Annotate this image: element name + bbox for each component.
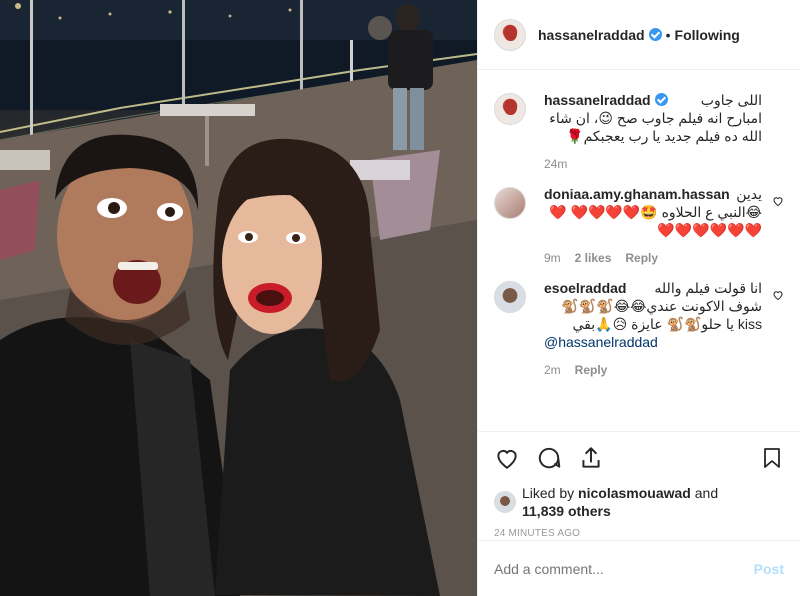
post-timestamp[interactable]: 24 MINUTES AGO (494, 528, 784, 539)
author-avatar[interactable] (494, 18, 526, 51)
photo-illustration (0, 0, 477, 596)
comment-time[interactable]: 9m (544, 251, 561, 265)
reply-button[interactable]: Reply (575, 363, 608, 377)
separator-dot: • (665, 26, 671, 43)
bookmark-icon[interactable] (760, 445, 784, 471)
share-icon[interactable] (578, 445, 604, 471)
comment-likes[interactable]: 2 likes (575, 251, 612, 265)
post-side-panel: hassanelraddad • Following hassanelradda… (477, 0, 800, 596)
following-button[interactable]: Following (675, 27, 740, 43)
commenter-avatar[interactable] (494, 187, 526, 219)
likes-summary: Liked by nicolasmouawad and 11,839 other… (494, 484, 784, 520)
likes-conjunction: and (694, 485, 719, 501)
author-username[interactable]: hassanelraddad (538, 27, 645, 43)
comment-item: esoelraddad انا قولت فيلم والله شوف الاك… (494, 279, 784, 377)
comment-meta: 9m 2 likes Reply (544, 251, 762, 265)
comment-like-heart-icon[interactable] (772, 289, 784, 301)
comment-text-row: doniaa.amy.ghanam.hassan يدين 😂النبي ع ا… (544, 185, 762, 239)
reply-button[interactable]: Reply (625, 251, 658, 265)
likes-others-link[interactable]: 11,839 others (522, 503, 611, 519)
verified-badge-icon (648, 28, 662, 41)
comments-list[interactable]: hassanelraddad اللى جاوب امبارح انه فيلم… (478, 71, 800, 431)
caption-author-avatar[interactable] (494, 93, 526, 125)
comment-icon[interactable] (536, 445, 562, 471)
caption-meta: 24m (544, 157, 762, 171)
commenter-username[interactable]: esoelraddad (544, 279, 626, 297)
mention-link[interactable]: @hassanelraddad (544, 334, 658, 350)
comment-meta: 2m Reply (544, 363, 762, 377)
liker-username[interactable]: nicolasmouawad (578, 485, 691, 501)
verified-badge-icon (654, 93, 668, 106)
post-photo[interactable] (0, 0, 477, 596)
comment-like-heart-icon[interactable] (772, 195, 784, 207)
caption-time[interactable]: 24m (544, 157, 567, 171)
commenter-avatar[interactable] (494, 281, 526, 313)
add-comment-bar: Post (478, 540, 800, 596)
commenter-username[interactable]: doniaa.amy.ghanam.hassan (544, 185, 730, 203)
add-comment-input[interactable] (494, 560, 754, 577)
caption-author-username[interactable]: hassanelraddad (544, 91, 668, 109)
post-comment-button[interactable]: Post (754, 561, 784, 577)
comment-text-row: esoelraddad انا قولت فيلم والله شوف الاك… (544, 279, 762, 351)
post-actions: Liked by nicolasmouawad and 11,839 other… (478, 431, 800, 539)
likes-prefix: Liked by (522, 485, 575, 501)
comment-time[interactable]: 2m (544, 363, 561, 377)
caption: hassanelraddad اللى جاوب امبارح انه فيلم… (494, 91, 784, 171)
liker-avatar[interactable] (494, 491, 516, 513)
post-header: hassanelraddad • Following (478, 0, 800, 70)
action-icons-row (494, 442, 784, 474)
heart-icon[interactable] (494, 445, 520, 471)
comment-mention-row: @hassanelraddad (544, 333, 762, 351)
comment-item: doniaa.amy.ghanam.hassan يدين 😂النبي ع ا… (494, 185, 784, 265)
caption-text-row: hassanelraddad اللى جاوب امبارح انه فيلم… (544, 91, 762, 145)
